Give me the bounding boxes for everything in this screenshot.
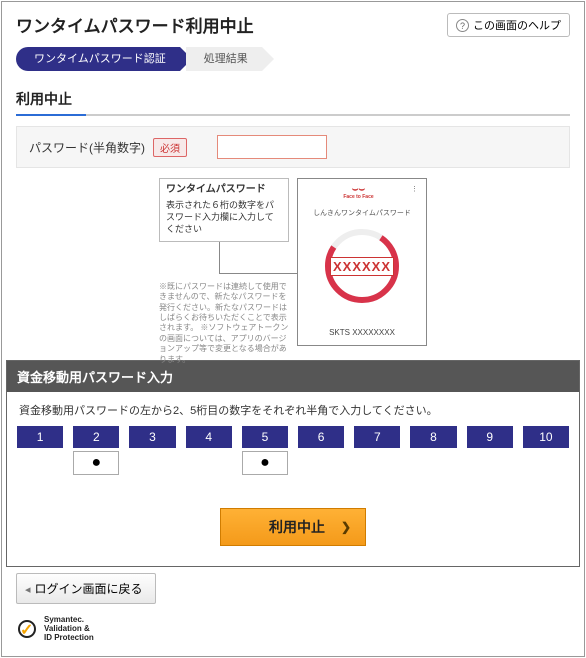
phone-app-title: しんきんワンタイムパスワード [298, 208, 426, 218]
digit-head: 9 [467, 426, 513, 448]
digit-col: 5 [242, 426, 288, 478]
section-title: 利用中止 [16, 89, 570, 112]
phone-menu-icon: ⋮ [411, 185, 418, 193]
page-title: ワンタイムパスワード利用中止 [16, 12, 254, 37]
otp-note: ワンタイムパスワード 表示された６桁の数字をパスワード入力欄に入力してください [159, 178, 289, 242]
digit-col: 7 [354, 426, 400, 478]
digit-input[interactable] [73, 451, 119, 475]
chevron-left-icon: ◂ [25, 584, 31, 596]
digit-static [354, 451, 400, 475]
submit-label: 利用中止 [269, 519, 325, 535]
digit-row: 123456789 10 [7, 426, 579, 490]
step-next: 処理結果 [186, 47, 262, 71]
digit-head: 3 [129, 426, 175, 448]
phone-ring: XXXXXX [320, 224, 404, 308]
digit-col: 1 [17, 426, 63, 478]
digit-static [186, 451, 232, 475]
digit-col: 9 [467, 426, 513, 478]
help-icon: ? [456, 19, 469, 32]
submit-button[interactable]: 利用中止 ❯ [220, 508, 366, 546]
sym-line3: ID Protection [44, 634, 94, 643]
digit-head: 6 [298, 426, 344, 448]
phone-otp-code: XXXXXX [330, 257, 394, 276]
digit-static [467, 451, 513, 475]
otp-fineprint: ※既にパスワードは連続して使用できませんので、新たなパスワードを発行ください。新… [159, 282, 289, 365]
symantec-badge: ✓ Symantec. Validation & ID Protection [16, 616, 570, 642]
digit-head: 2 [73, 426, 119, 448]
step-active: ワンタイムパスワード認証 [16, 47, 180, 71]
digit-head: 4 [186, 426, 232, 448]
help-label: この画面のヘルプ [473, 20, 561, 32]
chevron-right-icon: ❯ [341, 520, 351, 534]
digit-head: 7 [354, 426, 400, 448]
required-badge: 必須 [153, 138, 187, 157]
digit-static [129, 451, 175, 475]
phone-logo: ⌣⌣Face to Face [343, 185, 373, 200]
digit-col: 3 [129, 426, 175, 478]
digit-head: 8 [410, 426, 456, 448]
password-input[interactable] [217, 135, 327, 159]
sym-line2: Validation & [44, 625, 94, 634]
digit-static [17, 451, 63, 475]
back-label: ログイン画面に戻る [35, 582, 143, 596]
back-button[interactable]: ◂ ログイン画面に戻る [16, 573, 156, 604]
phone-mock: ⌣⌣Face to Face ⋮ しんきんワンタイムパスワード XXXXXX S… [297, 178, 427, 346]
password-label: パスワード(半角数字) [29, 139, 145, 156]
digit-head: 1 [17, 426, 63, 448]
digit-col: 10 [523, 426, 569, 478]
help-button[interactable]: ? この画面のヘルプ [447, 13, 570, 37]
sym-line1: Symantec. [44, 616, 94, 625]
digit-static [410, 451, 456, 475]
transfer-heading: 資金移動用パスワード入力 [7, 361, 579, 392]
digit-static [298, 451, 344, 475]
digit-col: 4 [186, 426, 232, 478]
otp-note-title: ワンタイムパスワード [166, 183, 282, 197]
digit-col: 2 [73, 426, 119, 478]
digit-static [523, 451, 569, 475]
digit-head: 5 [242, 426, 288, 448]
digit-input[interactable] [242, 451, 288, 475]
transfer-instruction: 資金移動用パスワードの左から2、5桁目の数字をそれぞれ半角で入力してください。 [7, 392, 579, 426]
breadcrumb: ワンタイムパスワード認証 処理結果 [2, 45, 584, 85]
otp-note-body: 表示された６桁の数字をパスワード入力欄に入力してください [166, 199, 282, 235]
symantec-icon: ✓ [16, 618, 38, 640]
section-rule [16, 114, 570, 116]
phone-serial: SKTS XXXXXXXX [298, 328, 426, 337]
digit-col: 6 [298, 426, 344, 478]
digit-head: 10 [523, 426, 569, 448]
digit-col: 8 [410, 426, 456, 478]
